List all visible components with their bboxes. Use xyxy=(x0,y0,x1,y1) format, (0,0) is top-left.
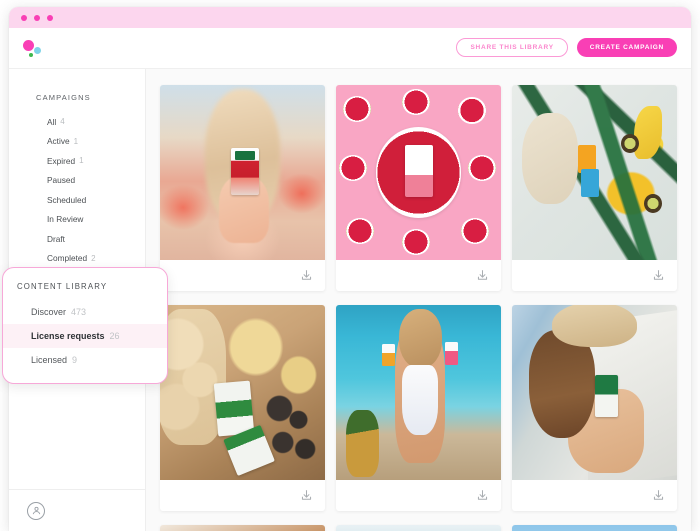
sidebar-item-count: 1 xyxy=(73,136,79,146)
media-card-footer xyxy=(160,260,325,291)
sidebar-item-label: Completed xyxy=(47,253,88,264)
share-this-library-button[interactable]: SHARE THIS LIBRARY xyxy=(456,38,568,57)
media-thumbnail xyxy=(336,305,501,480)
media-thumbnail xyxy=(160,85,325,260)
media-thumbnail xyxy=(512,305,677,480)
create-campaign-button[interactable]: CREATE CAMPAIGN xyxy=(576,38,677,57)
sidebar-item-label: Active xyxy=(47,136,70,147)
media-card[interactable] xyxy=(512,85,677,291)
sidebar-item-label: All xyxy=(47,116,57,127)
sidebar-section-campaigns: CAMPAIGNS xyxy=(36,93,91,102)
logo-dot-blue xyxy=(34,47,41,54)
media-thumbnail xyxy=(512,525,677,531)
content-gallery xyxy=(146,69,691,531)
sidebar-item-label: Paused xyxy=(47,175,76,186)
popup-item-license-requests[interactable]: License requests 26 xyxy=(3,324,167,348)
media-card[interactable] xyxy=(512,305,677,511)
sidebar-item-draft[interactable]: Draft xyxy=(9,229,145,249)
window-titlebar xyxy=(9,7,691,28)
media-card-footer xyxy=(336,260,501,291)
media-thumbnail xyxy=(160,305,325,480)
download-icon[interactable] xyxy=(476,269,489,282)
media-card[interactable] xyxy=(512,525,677,531)
sidebar-item-all[interactable]: All 4 xyxy=(9,112,145,132)
popup-item-count: 473 xyxy=(71,307,87,317)
media-card-footer xyxy=(336,480,501,511)
download-icon[interactable] xyxy=(652,269,665,282)
media-card[interactable] xyxy=(160,525,325,531)
media-grid xyxy=(160,85,677,531)
sidebar-item-active[interactable]: Active 1 xyxy=(9,132,145,152)
media-card[interactable] xyxy=(336,85,501,291)
sidebar-item-count: 1 xyxy=(79,156,84,166)
sidebar-item-label: Scheduled xyxy=(47,194,87,205)
popup-item-label: License requests xyxy=(31,331,105,341)
media-card[interactable] xyxy=(160,85,325,291)
download-icon[interactable] xyxy=(476,489,489,502)
popup-item-label: Licensed xyxy=(31,355,68,365)
media-card-footer xyxy=(512,480,677,511)
popup-item-label: Discover xyxy=(31,307,67,317)
window-close-dot[interactable] xyxy=(21,14,27,21)
sidebar-item-label: In Review xyxy=(47,214,84,225)
sidebar-item-label: Draft xyxy=(47,233,65,244)
content-library-popup: CONTENT LIBRARY Discover 473 License req… xyxy=(2,267,168,384)
header-actions: SHARE THIS LIBRARY CREATE CAMPAIGN xyxy=(456,38,677,57)
media-card[interactable] xyxy=(336,305,501,511)
media-card-footer xyxy=(512,260,677,291)
window-minimize-dot[interactable] xyxy=(34,14,40,21)
user-avatar-icon[interactable] xyxy=(27,501,45,520)
popup-title: CONTENT LIBRARY xyxy=(17,282,108,291)
logo-dot-pink xyxy=(23,40,34,51)
download-icon[interactable] xyxy=(300,489,313,502)
sidebar-item-scheduled[interactable]: Scheduled xyxy=(9,190,145,210)
sidebar-item-completed[interactable]: Completed 2 xyxy=(9,249,145,269)
app-header: SHARE THIS LIBRARY CREATE CAMPAIGN xyxy=(9,28,691,69)
sidebar-item-count: 2 xyxy=(91,253,96,263)
sidebar-item-label: Expired xyxy=(47,155,76,166)
sidebar-footer xyxy=(9,489,145,531)
popup-item-count: 9 xyxy=(72,355,78,365)
logo-dot-green xyxy=(29,53,33,57)
brand-logo-icon[interactable] xyxy=(21,38,51,62)
window-maximize-dot[interactable] xyxy=(47,14,53,21)
sidebar-item-in-review[interactable]: In Review xyxy=(9,210,145,230)
download-icon[interactable] xyxy=(300,269,313,282)
download-icon[interactable] xyxy=(652,489,665,502)
sidebar-item-expired[interactable]: Expired 1 xyxy=(9,151,145,171)
sidebar-item-count: 4 xyxy=(60,117,65,127)
media-card[interactable] xyxy=(160,305,325,511)
popup-item-count: 26 xyxy=(109,331,120,341)
popup-item-licensed[interactable]: Licensed 9 xyxy=(3,348,167,372)
screenshot-root: SHARE THIS LIBRARY CREATE CAMPAIGN CAMPA… xyxy=(0,0,700,531)
media-thumbnail xyxy=(160,525,325,531)
media-thumbnail xyxy=(336,85,501,260)
media-card-footer xyxy=(160,480,325,511)
media-thumbnail xyxy=(336,525,501,531)
sidebar-item-paused[interactable]: Paused xyxy=(9,171,145,191)
popup-item-discover[interactable]: Discover 473 xyxy=(3,300,167,324)
media-thumbnail xyxy=(512,85,677,260)
media-card[interactable] xyxy=(336,525,501,531)
